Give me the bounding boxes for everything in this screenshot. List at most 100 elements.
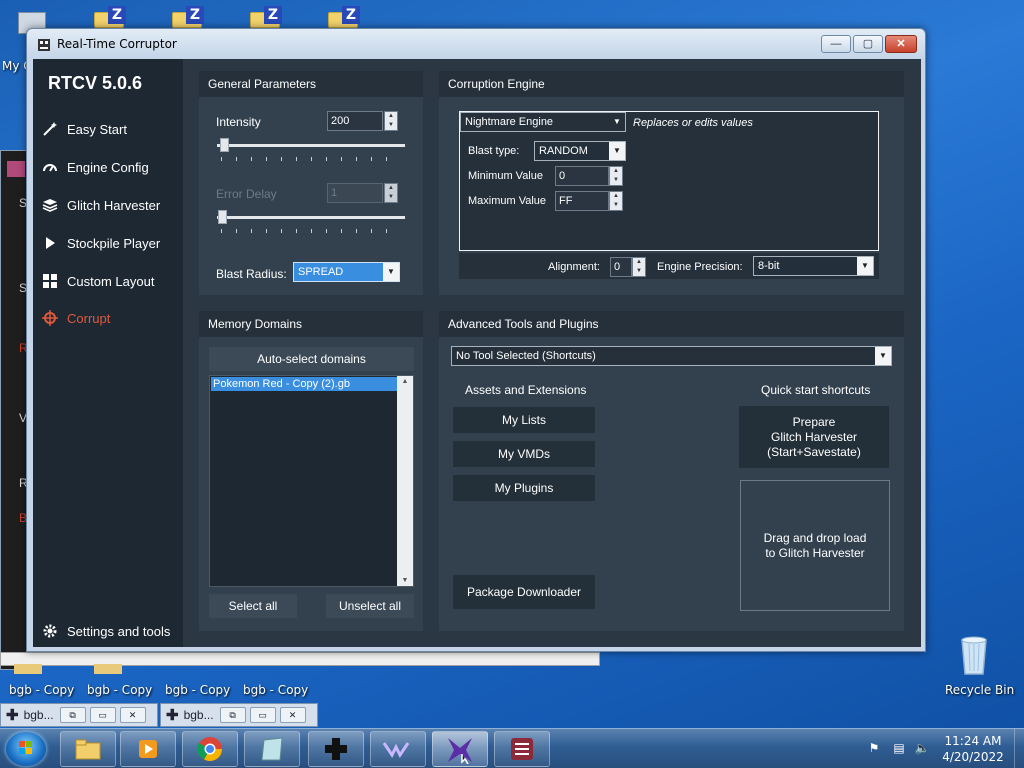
close-icon[interactable]: ✕ (119, 707, 146, 723)
desktop-icon-bgb-copy[interactable]: bgb - Copy (87, 683, 152, 697)
my-lists-button[interactable]: My Lists (453, 407, 595, 433)
error-delay-slider-thumb[interactable] (218, 210, 227, 224)
rtcv-window: Real-Time Corruptor — ▢ ✕ RTCV 5.0.6 Eas… (26, 28, 926, 652)
taskbar-media-player-button[interactable] (120, 731, 176, 767)
taskbar-explorer-button[interactable] (60, 731, 116, 767)
advanced-tools-panel: Advanced Tools and Plugins No Tool Selec… (439, 311, 904, 631)
vanguard-icon (382, 742, 410, 758)
play-icon (41, 234, 59, 252)
error-delay-spinner[interactable]: ▲ ▼ (384, 183, 398, 203)
restore-icon[interactable]: ⧉ (59, 707, 86, 723)
blast-radius-select[interactable]: SPREAD ▼ (293, 262, 400, 282)
list-scrollbar[interactable]: ▲ ▼ (397, 376, 413, 586)
start-button[interactable] (6, 732, 46, 766)
my-plugins-button[interactable]: My Plugins (453, 475, 595, 501)
tray-volume-icon[interactable]: 🔈 (914, 741, 930, 755)
chevron-down-icon[interactable]: ▼ (857, 257, 873, 275)
engine-precision-value: 8-bit (758, 260, 780, 272)
tray-network-icon[interactable]: ▤ (890, 741, 908, 755)
sidebar-item-custom-layout[interactable]: Custom Layout (41, 268, 179, 294)
clock[interactable]: 11:24 AM 4/20/2022 (940, 734, 1006, 764)
chevron-down-icon[interactable]: ▼ (609, 113, 625, 131)
maximize-icon[interactable]: ▭ (89, 707, 116, 723)
engine-precision-select[interactable]: 8-bit ▼ (753, 256, 874, 276)
minimum-value-spinner[interactable]: ▲ ▼ (609, 166, 623, 186)
maximum-value-input[interactable]: FF (555, 191, 609, 211)
taskbar-gamepad-button[interactable] (308, 731, 364, 767)
close-icon[interactable]: ✕ (279, 707, 306, 723)
engine-description: Replaces or edits values (633, 117, 753, 129)
maximum-value-spinner[interactable]: ▲ ▼ (609, 191, 623, 211)
minimized-window-bgb[interactable]: ✚ bgb... ⧉ ▭ ✕ (0, 703, 158, 727)
maximize-icon[interactable]: ▭ (249, 707, 276, 723)
sidebar-item-stockpile-player[interactable]: Stockpile Player (41, 230, 179, 256)
blast-type-select[interactable]: RANDOM ▼ (534, 141, 626, 161)
intensity-label: Intensity (216, 115, 261, 129)
taskbar-chrome-button[interactable] (182, 731, 238, 767)
minimize-button[interactable]: — (821, 35, 851, 53)
close-button[interactable]: ✕ (885, 35, 917, 53)
desktop-icon-bgb-copy[interactable]: bgb - Copy (165, 683, 230, 697)
maximize-button[interactable]: ▢ (853, 35, 883, 53)
minimum-value-input[interactable]: 0 (555, 166, 609, 186)
tool-select[interactable]: No Tool Selected (Shortcuts) ▼ (451, 346, 892, 366)
sidebar-item-engine-config[interactable]: Engine Config (41, 154, 179, 180)
sidebar-item-glitch-harvester[interactable]: Glitch Harvester (41, 192, 179, 218)
engine-select[interactable]: Nightmare Engine ▼ (460, 112, 626, 132)
minimized-window-bgb[interactable]: ✚ bgb... ⧉ ▭ ✕ (160, 703, 318, 727)
error-delay-slider-track[interactable] (217, 216, 405, 219)
desktop-icon-bgb-copy[interactable]: bgb - Copy (9, 683, 74, 697)
sidebar-settings[interactable]: Settings and tools (41, 618, 179, 644)
taskbar-notepad-button[interactable] (244, 731, 300, 767)
window-titlebar[interactable]: Real-Time Corruptor — ▢ ✕ (27, 29, 925, 59)
chevron-down-icon[interactable]: ▼ (609, 142, 625, 160)
taskbar: ⚑ ▤ 🔈 11:24 AM 4/20/2022 (0, 728, 1024, 768)
tool-value: No Tool Selected (Shortcuts) (456, 350, 596, 362)
rtc-icon (448, 738, 472, 764)
sidebar: RTCV 5.0.6 Easy Start Engine Config Glit… (33, 59, 183, 647)
intensity-input[interactable]: 200 (327, 111, 383, 131)
alignment-spinner[interactable]: ▲ ▼ (632, 257, 646, 277)
desktop-icon-bgb-copy[interactable]: bgb - Copy (243, 683, 308, 697)
alignment-input[interactable]: 0 (610, 257, 632, 277)
gamepad-icon (325, 738, 347, 760)
drag-drop-zone[interactable]: Drag and drop load to Glitch Harvester (740, 480, 890, 611)
sidebar-item-label: Corrupt (67, 310, 111, 326)
prepare-line-3: (Start+Savestate) (767, 444, 861, 459)
sidebar-item-easy-start[interactable]: Easy Start (41, 116, 179, 142)
intensity-slider-track[interactable] (217, 144, 405, 147)
prepare-line-1: Prepare (792, 414, 836, 429)
tray-flag-icon[interactable]: ⚑ (866, 741, 882, 755)
wand-icon (41, 120, 59, 138)
scroll-up-icon[interactable]: ▲ (397, 378, 413, 385)
taskbar-rtc-button[interactable] (432, 731, 488, 767)
sidebar-item-corrupt[interactable]: Corrupt (41, 305, 179, 331)
minimized-window-label: bgb... (23, 708, 54, 722)
restore-icon[interactable]: ⧉ (219, 707, 246, 723)
intensity-slider-thumb[interactable] (220, 138, 229, 152)
rtc-app-icon (36, 37, 52, 53)
error-delay-input[interactable]: 1 (327, 183, 383, 203)
chevron-down-icon[interactable]: ▼ (875, 347, 891, 365)
recycle-bin-icon[interactable] (956, 632, 992, 676)
show-desktop-button[interactable] (1014, 729, 1024, 768)
plus-icon: ✚ (166, 707, 179, 724)
prepare-glitch-harvester-button[interactable]: Prepare Glitch Harvester (Start+Savestat… (739, 406, 889, 468)
engine-precision-label: Engine Precision: (657, 261, 743, 273)
panel-header: Memory Domains (199, 311, 423, 337)
gear-icon (41, 622, 59, 640)
unselect-all-button[interactable]: Unselect all (326, 594, 414, 618)
slider-ticks (221, 157, 401, 161)
intensity-spinner[interactable]: ▲ ▼ (384, 111, 398, 131)
taskbar-vanguard-button[interactable] (370, 731, 426, 767)
chevron-down-icon[interactable]: ▼ (383, 263, 399, 281)
my-vmds-button[interactable]: My VMDs (453, 441, 595, 467)
select-all-button[interactable]: Select all (209, 594, 297, 618)
memory-domains-list[interactable]: Pokemon Red - Copy (2).gb ▲ ▼ (209, 375, 414, 587)
taskbar-editor-button[interactable] (494, 731, 550, 767)
memory-domain-item[interactable]: Pokemon Red - Copy (2).gb (211, 377, 397, 391)
scroll-down-icon[interactable]: ▼ (397, 577, 413, 584)
auto-select-domains-button[interactable]: Auto-select domains (209, 347, 414, 371)
sidebar-item-label: Custom Layout (67, 273, 155, 289)
package-downloader-button[interactable]: Package Downloader (453, 575, 595, 609)
